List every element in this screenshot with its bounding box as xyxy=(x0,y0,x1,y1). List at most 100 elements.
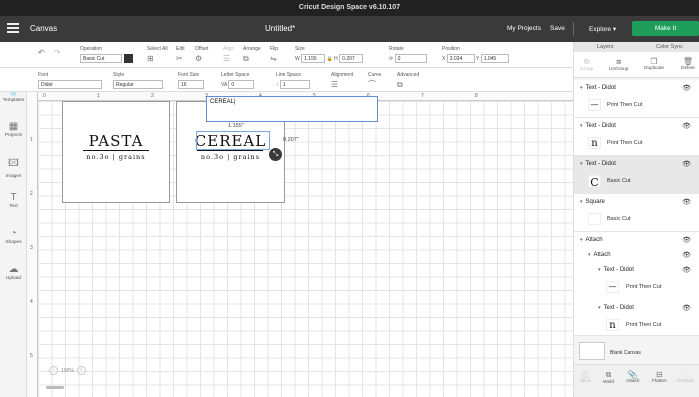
undo-icon[interactable]: ↶ xyxy=(38,48,45,57)
tool-label: Delete xyxy=(681,66,695,71)
chevron-down-icon: ▾ xyxy=(580,85,583,91)
letter-space-input[interactable]: 0 xyxy=(228,80,255,89)
layer-group[interactable]: ▾ Square 👁 Basic Cut xyxy=(574,194,699,232)
color-swatch[interactable] xyxy=(124,54,133,63)
eye-icon[interactable]: 👁 xyxy=(682,122,691,130)
layer-thumbnail xyxy=(588,213,601,225)
line-space-input[interactable]: 1 xyxy=(279,80,310,89)
sidebar-item-projects[interactable]: ▦ Projects xyxy=(0,121,27,138)
arrange-label: Arrange xyxy=(243,46,261,52)
attach-group[interactable]: ▾ Attach 👁 ▾ Attach 👁 ▾ Text - Didot 👁 — Pr… xyxy=(574,232,699,336)
ruler-left: 1 2 3 4 5 xyxy=(27,92,38,397)
font-size-input[interactable]: 16 xyxy=(178,80,204,89)
align-control[interactable]: Align ☰ xyxy=(223,46,234,63)
pasta-card[interactable]: PASTA no.3o | grains xyxy=(62,101,170,203)
weld-button[interactable]: ⧉ Weld xyxy=(603,370,614,385)
contour-icon: ◌ xyxy=(683,370,688,379)
flip-control[interactable]: Flip ⇋ xyxy=(270,46,278,63)
lock-icon[interactable]: 🔒 xyxy=(327,56,333,62)
save-button[interactable]: Save xyxy=(550,25,565,32)
chevron-down-icon: ▾ xyxy=(580,123,583,129)
arrange-icon: ⧉ xyxy=(243,54,249,63)
size-height-input[interactable]: 0.207 xyxy=(339,54,364,63)
text-edit-box[interactable]: CEREAL| xyxy=(206,96,378,122)
eye-icon[interactable]: 👁 xyxy=(682,266,691,274)
zoom-in-icon[interactable]: + xyxy=(76,366,86,375)
curve-control[interactable]: Curve ⌒ xyxy=(368,72,381,89)
layer-group[interactable]: ▾ Text - Didot 👁 — Print Then Cut xyxy=(574,80,699,118)
duplicate-button[interactable]: ❐ Duplicate xyxy=(644,57,664,71)
layer-operation: Basic Cut xyxy=(607,216,631,222)
position-y-input[interactable]: 1.045 xyxy=(480,54,509,63)
divider-line[interactable] xyxy=(83,150,149,151)
size-label: Size xyxy=(295,46,305,52)
ungroup-button[interactable]: ⧈ UnGroup xyxy=(609,57,628,72)
divider-line[interactable] xyxy=(197,150,263,151)
eye-icon[interactable]: 👁 xyxy=(682,84,691,92)
sidebar-item-images[interactable]: 🖾 Images xyxy=(0,156,27,179)
pasta-subtitle[interactable]: no.3o | grains xyxy=(63,153,169,161)
tool-label: Slice xyxy=(580,379,591,384)
document-title[interactable]: Untitled* xyxy=(265,24,295,33)
size-h-label: H xyxy=(334,56,338,62)
eye-icon[interactable]: 👁 xyxy=(682,236,691,244)
layer-group[interactable]: ▾ Text - Didot 👁 n Print Then Cut xyxy=(574,118,699,156)
rotate-control: Rotate ⟳ 0 xyxy=(389,46,427,63)
redo-icon[interactable]: ↷ xyxy=(54,48,61,57)
tab-layers[interactable]: Layers xyxy=(597,44,614,50)
contour-button[interactable]: ◌ Contour xyxy=(677,370,694,384)
cereal-subtitle[interactable]: no.3o | grains xyxy=(177,153,284,161)
layer-name-text: Text - Didot xyxy=(585,161,616,167)
select-all-control[interactable]: Select All ⊞ xyxy=(147,46,168,63)
zoom-out-icon[interactable]: − xyxy=(49,366,58,375)
height-dimension: 0.207" xyxy=(283,137,299,143)
rotate-label: Rotate xyxy=(389,46,404,52)
panel-tabs: Layers Color Sync xyxy=(574,42,699,52)
eye-icon[interactable]: 👁 xyxy=(682,198,691,206)
size-width-input[interactable]: 1.155 xyxy=(301,54,326,63)
sidebar-item-label: Upload xyxy=(5,276,22,281)
style-select[interactable]: Regular xyxy=(113,80,163,89)
chevron-down-icon: ▾ xyxy=(598,305,601,311)
offset-control[interactable]: Offset ⚙ xyxy=(195,46,208,63)
make-it-button[interactable]: Make It xyxy=(632,21,699,36)
layer-name: ▾ Attach xyxy=(580,237,603,243)
pasta-title[interactable]: PASTA xyxy=(63,132,169,150)
explore-menu[interactable]: Explore ▾ xyxy=(589,25,616,33)
font-size-label: Font Size xyxy=(178,72,200,78)
arrange-control[interactable]: Arrange ⧉ xyxy=(243,46,261,63)
horizontal-scrollbar[interactable] xyxy=(46,386,64,389)
attach-button[interactable]: 📎 Attach xyxy=(626,370,640,384)
alignment-control[interactable]: Alignment ☰ xyxy=(331,72,353,89)
design-canvas[interactable]: PASTA no.3o | grains CEREAL no.3o | grai… xyxy=(38,101,573,397)
layer-name-text: Attach xyxy=(593,252,611,258)
blank-canvas-swatch[interactable] xyxy=(579,342,605,360)
style-label: Style xyxy=(113,72,125,78)
selection-box[interactable] xyxy=(196,131,270,150)
duplicate-icon: ❐ xyxy=(650,57,658,66)
layer-bottom-tools: ◫ Slice ⧉ Weld 📎 Attach ⊟ Flatten ◌ Contour xyxy=(574,364,699,397)
layer-group-selected[interactable]: ▾ Text - Didot 👁 C Basic Cut xyxy=(574,156,699,194)
eye-icon[interactable]: 👁 xyxy=(682,251,691,259)
sidebar-item-upload[interactable]: ☁ Upload xyxy=(0,264,27,281)
eye-icon[interactable]: 👁 xyxy=(682,304,691,312)
sidebar-item-text[interactable]: T Text xyxy=(0,192,27,209)
slice-button[interactable]: ◫ Slice xyxy=(580,370,590,384)
delete-button[interactable]: 🗑 Delete xyxy=(681,57,695,71)
font-select[interactable]: Didot xyxy=(38,80,102,89)
rotate-input[interactable]: 0 xyxy=(394,54,427,63)
sidebar-item-shapes[interactable]: ◔ Shapes xyxy=(0,228,27,245)
operation-select[interactable]: Basic Cut xyxy=(80,54,122,63)
edit-control[interactable]: Edit ✂ xyxy=(176,46,185,63)
advanced-control[interactable]: Advanced ⧉ xyxy=(397,72,419,89)
group-button[interactable]: ⧉ Group xyxy=(580,57,593,72)
position-x-input[interactable]: 3.034 xyxy=(446,54,475,63)
select-all-label: Select All xyxy=(147,46,168,52)
layer-operation: Print Then Cut xyxy=(626,322,662,328)
my-projects-link[interactable]: My Projects xyxy=(507,25,541,32)
eye-icon[interactable]: 👁 xyxy=(682,160,691,168)
resize-handle-icon[interactable]: ⤡ xyxy=(269,148,282,161)
flatten-button[interactable]: ⊟ Flatten xyxy=(652,370,667,384)
hamburger-menu-icon[interactable] xyxy=(7,23,19,33)
tab-color-sync[interactable]: Color Sync xyxy=(656,44,683,50)
